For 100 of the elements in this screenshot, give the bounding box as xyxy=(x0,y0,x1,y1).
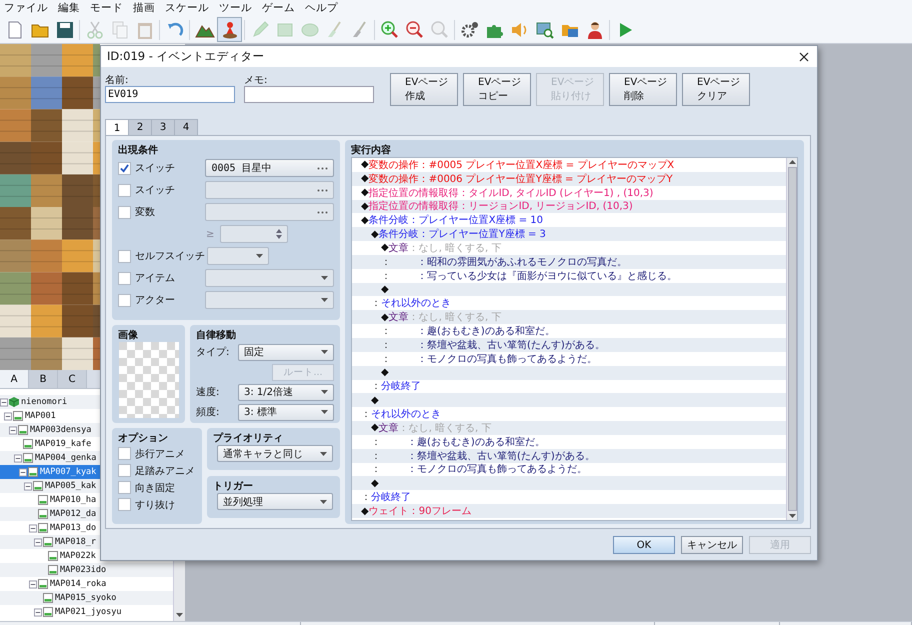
page-tab[interactable]: 3 xyxy=(151,119,175,135)
checkbox[interactable] xyxy=(118,447,131,460)
command-row[interactable]: ◆ xyxy=(352,393,786,408)
map-icon xyxy=(23,453,33,463)
map-tree-item[interactable]: MAP023ido xyxy=(0,563,173,577)
collapse-icon[interactable] xyxy=(34,538,42,546)
tileset-tab[interactable]: A xyxy=(0,370,29,388)
dropdown[interactable]: 並列処理 xyxy=(217,493,333,510)
map-tree-item[interactable]: MAP013_do xyxy=(0,521,173,535)
command-row[interactable]: ：それ以外のとき xyxy=(352,296,786,310)
map-tree-item[interactable]: MAP001 xyxy=(0,409,173,423)
dropdown[interactable]: 固定 xyxy=(238,344,334,360)
dialog-button[interactable]: キャンセル xyxy=(681,536,743,554)
panel-title: 出現条件 xyxy=(118,144,159,157)
menu-item[interactable]: スケール xyxy=(161,1,215,15)
text-line-row[interactable]: ： ：祭壇や盆栽、古い箪笥(たんす)がある。 xyxy=(352,338,786,352)
checkbox[interactable] xyxy=(118,162,131,174)
menu-item[interactable]: 描画 xyxy=(129,1,161,15)
menu-item[interactable]: ヘルプ xyxy=(301,1,344,15)
picker-field[interactable] xyxy=(205,203,334,221)
collapse-icon[interactable] xyxy=(29,524,37,532)
text-line-row[interactable]: ： ：趣(おもむき)のある和室だ。 xyxy=(352,324,786,338)
collapse-icon[interactable] xyxy=(9,426,17,434)
command-row[interactable]: ◆ xyxy=(352,282,786,296)
checkbox[interactable] xyxy=(118,184,131,196)
dropdown[interactable]: 3: 1/2倍速 xyxy=(238,384,334,400)
command-row[interactable]: ◆条件分岐：プレイヤー位置Y座標 = 3 xyxy=(352,227,786,242)
name-field[interactable]: EV019 xyxy=(105,86,235,103)
command-row[interactable]: ◆ウェイト：90フレーム xyxy=(352,504,786,518)
collapse-icon[interactable] xyxy=(19,468,27,476)
menu-item[interactable]: 編集 xyxy=(54,1,86,15)
dialog-button[interactable]: OK xyxy=(613,536,675,554)
map-icon xyxy=(38,523,48,533)
scroll-down-icon[interactable] xyxy=(176,613,183,617)
page-button[interactable]: EVページ コピー xyxy=(463,73,531,106)
command-row[interactable]: ◆文章：なし, 暗くする, 下 xyxy=(352,310,786,324)
checkbox[interactable] xyxy=(118,206,131,218)
text-line-row[interactable]: ： ：昭和の雰囲気があふれるモノクロの写真だ。 xyxy=(352,254,786,269)
command-row[interactable]: ◆指定位置の情報取得：タイルID, タイルID (レイヤー1) , (10,3) xyxy=(352,186,786,200)
panel-title: 自律移動 xyxy=(196,328,237,342)
map-tree-item[interactable]: MAP021_jyosyu xyxy=(0,605,173,619)
checkbox-label: 変数 xyxy=(135,206,156,219)
picker-field[interactable] xyxy=(205,181,334,199)
checkbox[interactable] xyxy=(118,498,131,511)
command-row[interactable]: ◆ xyxy=(352,476,786,490)
text-line-row[interactable]: ： ：写っている少女は『面影がヨウに似ている』と感じる。 xyxy=(352,268,786,283)
toolbar-button[interactable] xyxy=(217,17,242,42)
command-row[interactable]: ◆変数の操作：#0006 プレイヤー位置Y座標 = プレイヤーのマップY xyxy=(352,172,786,186)
checkbox[interactable] xyxy=(118,464,131,477)
map-tree-item[interactable]: MAP022k xyxy=(0,549,173,563)
ellipsis-icon xyxy=(317,210,328,214)
text-line-row[interactable]: ： ：モノクロの写真も飾ってあるようだ。 xyxy=(352,352,786,366)
collapse-icon[interactable] xyxy=(29,580,37,588)
command-row[interactable]: ◆変数の操作：#0005 プレイヤー位置X座標 = プレイヤーのマップX xyxy=(352,158,786,172)
command-row[interactable]: ◆指定位置の情報取得：リージョンID, リージョンID, (10,3) xyxy=(352,200,786,214)
command-row[interactable]: ◆文章：なし, 暗くする, 下 xyxy=(352,241,786,255)
dropdown[interactable]: 通常キャラと同じ xyxy=(217,445,333,462)
tileset-tab[interactable]: C xyxy=(58,370,87,388)
command-row[interactable]: ◆ xyxy=(352,366,786,380)
page-button[interactable]: EVページ 作成 xyxy=(390,73,458,106)
page-button[interactable]: EVページ クリア xyxy=(682,73,750,106)
text-line-row[interactable]: ： ：モノクロの写真も飾ってあるようだ。 xyxy=(352,462,786,476)
checkbox[interactable] xyxy=(118,272,131,284)
menu-item[interactable]: ツール xyxy=(215,1,258,15)
checkbox[interactable] xyxy=(118,481,131,494)
dropdown[interactable]: 3: 標準 xyxy=(238,404,334,420)
checkbox[interactable] xyxy=(118,250,131,262)
collapse-icon[interactable] xyxy=(34,608,42,616)
tileset-tab[interactable]: B xyxy=(29,370,58,388)
scroll-up-icon[interactable] xyxy=(788,160,796,164)
number-field[interactable] xyxy=(220,225,288,243)
spinner-icon[interactable] xyxy=(276,229,282,239)
command-row[interactable]: ◆条件分岐：プレイヤー位置X座標 = 10 xyxy=(352,213,786,228)
command-row[interactable]: ：それ以外のとき xyxy=(352,407,786,422)
close-icon[interactable] xyxy=(799,52,809,62)
page-tab[interactable]: 4 xyxy=(174,119,198,135)
checkbox[interactable] xyxy=(118,294,131,306)
scrollbar-thumb[interactable] xyxy=(788,167,796,511)
menu-item[interactable]: ゲーム xyxy=(258,1,301,15)
collapse-icon[interactable] xyxy=(14,454,22,462)
map-tree-item[interactable]: MAP015_syoko xyxy=(0,591,173,605)
text-line-row[interactable]: ： ：趣(おもむき)のある和室だ。 xyxy=(352,434,786,449)
page-button[interactable]: EVページ 削除 xyxy=(609,73,677,106)
map-tree-item[interactable]: MAP014_roka xyxy=(0,577,173,591)
page-tab[interactable]: 1 xyxy=(105,119,129,136)
collapse-icon[interactable] xyxy=(4,412,12,420)
window-title: ID:019 - イベントエディター xyxy=(107,49,265,64)
text-line-row[interactable]: ： ：祭壇や盆栽、古い箪笥(たんす)がある。 xyxy=(352,448,786,463)
command-row[interactable]: ：分岐終了 xyxy=(352,380,786,394)
command-row[interactable]: ◆文章：なし, 暗くする, 下 xyxy=(352,421,786,435)
scroll-down-icon[interactable] xyxy=(788,514,796,518)
command-row[interactable]: ：分岐終了 xyxy=(352,490,786,504)
memo-field[interactable] xyxy=(244,86,374,103)
page-tab[interactable]: 2 xyxy=(128,119,152,135)
menu-item[interactable]: モード xyxy=(86,1,129,15)
picker-field[interactable]: 0005 目星中 xyxy=(205,159,334,177)
caret-icon xyxy=(256,254,263,258)
collapse-icon[interactable] xyxy=(24,482,32,490)
collapse-icon[interactable] xyxy=(0,398,8,406)
menu-item[interactable]: ファイル xyxy=(0,1,54,15)
